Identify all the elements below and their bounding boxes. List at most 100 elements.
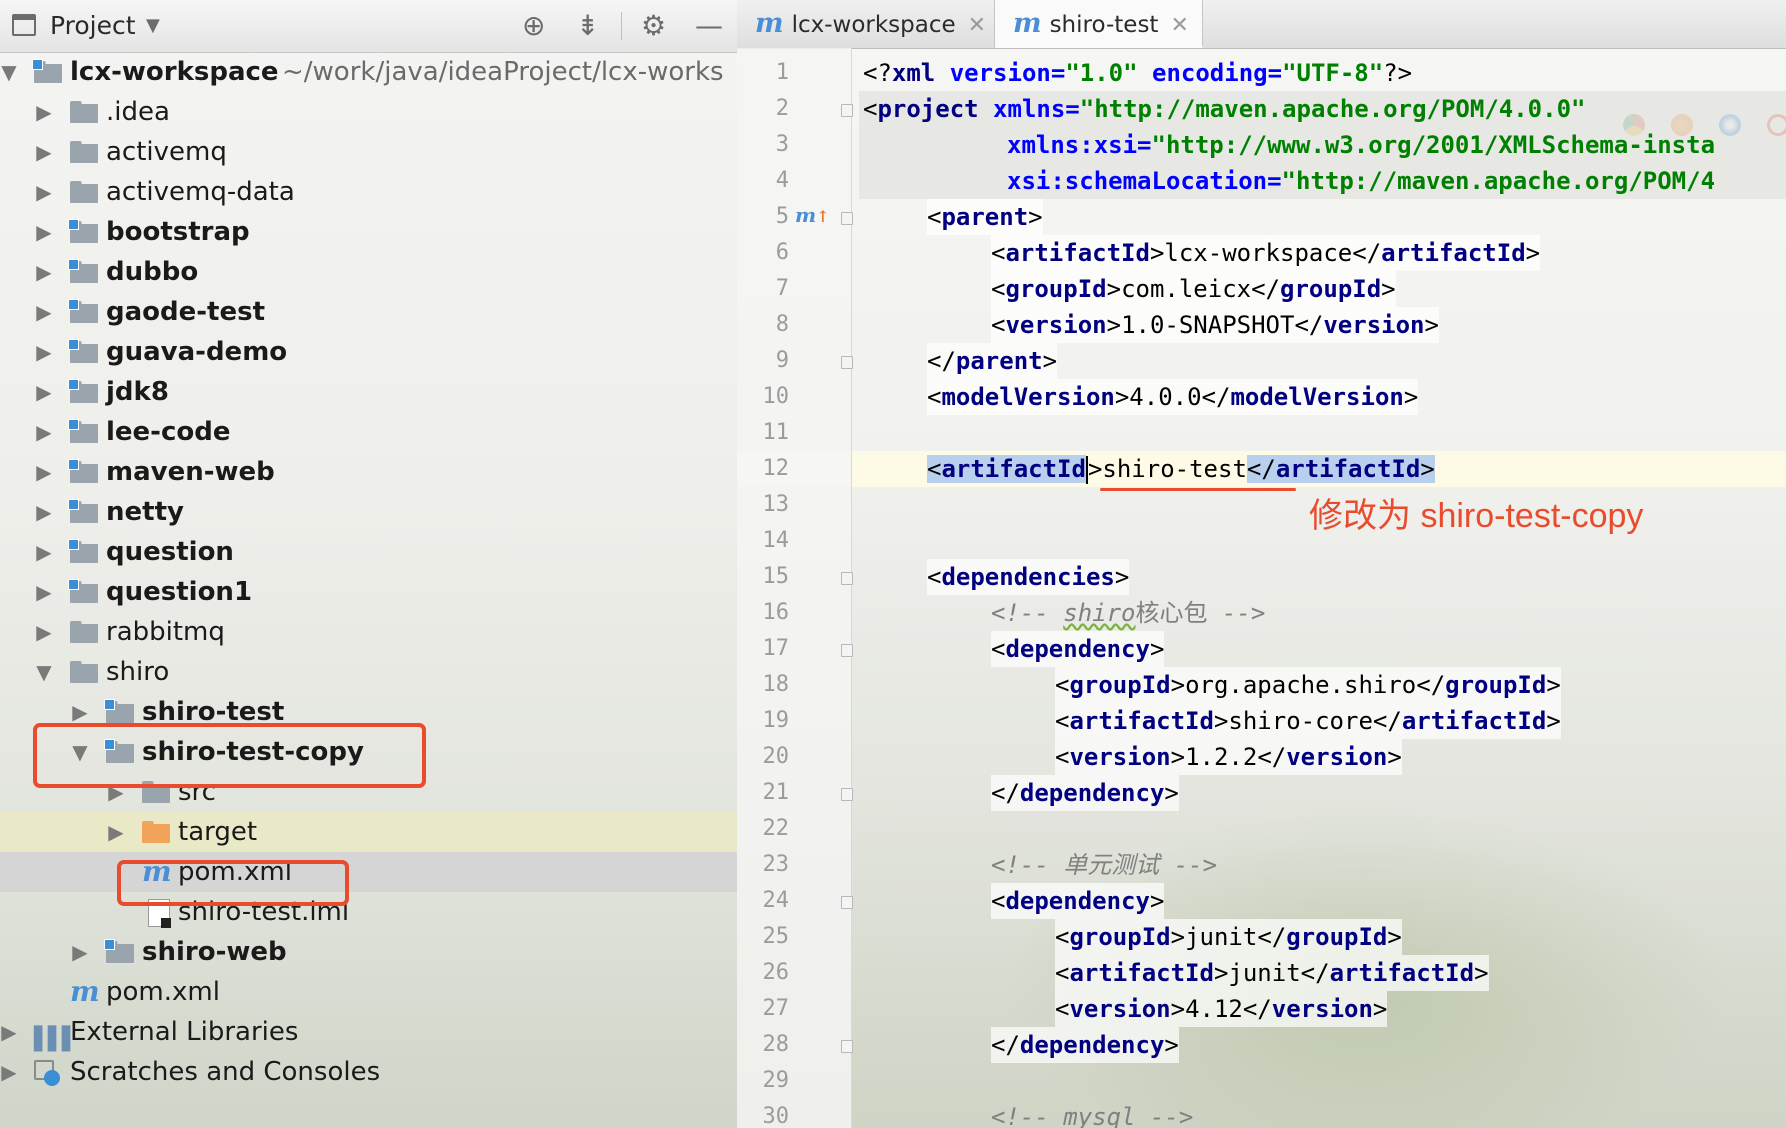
tree-item-netty[interactable]: ▶ netty [0,492,737,532]
code-line-27[interactable]: <version>4.12</version> [1055,991,1388,1027]
fold-toggle-icon[interactable] [841,212,853,225]
editor-panel: m lcx-workspace ✕ m shiro-test ✕ 1 2 3 4 5 6… [737,0,1786,1128]
expand-arrow-icon[interactable]: ▶ [33,492,55,532]
xml-value: "1.0" [1065,59,1138,87]
expand-arrow-icon[interactable]: ▶ [0,1052,20,1092]
code-line-19[interactable]: <artifactId>shiro-core</artifactId> [1055,703,1561,739]
project-view-icon [12,14,36,36]
tree-item-shiro-test-iml[interactable]: shiro-test.iml [0,892,737,932]
tree-item-question1[interactable]: ▶ question1 [0,572,737,612]
xml-text: org.apache.shiro [1185,671,1417,699]
code-line-30[interactable]: <!-- mysql --> [991,1099,1193,1128]
fold-toggle-icon[interactable] [841,572,853,585]
code-line-20[interactable]: <version>1.2.2</version> [1055,739,1402,775]
code-line-23[interactable]: <!-- 单元测试 --> [991,847,1217,883]
tree-item-activemq[interactable]: ▶ activemq [0,132,737,172]
locate-icon[interactable]: ⊕ [522,0,545,52]
code-line-12[interactable]: <artifactId>shiro-test</artifactId> [927,451,1435,487]
tree-item-idea[interactable]: ▶ .idea [0,92,737,132]
expand-arrow-icon[interactable]: ▶ [69,932,91,972]
tree-item-shiro[interactable]: ▼ shiro [0,652,737,692]
code-line-5[interactable]: <parent> [927,199,1043,235]
code-line-17[interactable]: <dependency> [991,631,1165,667]
gear-icon[interactable]: ⚙ [641,0,666,52]
expand-arrow-icon[interactable]: ▶ [33,372,55,412]
code-line-1[interactable]: <?xml version="1.0" encoding="UTF-8"?> [863,55,1412,91]
tab-lcx-workspace[interactable]: m lcx-workspace ✕ [737,0,995,48]
xml-attr: encoding [1137,59,1268,87]
xml-pi-name: xml [891,59,950,87]
expand-arrow-icon[interactable]: ▶ [33,612,55,652]
expand-arrow-icon[interactable]: ▶ [33,132,55,172]
expand-arrow-icon[interactable]: ▶ [33,92,55,132]
expand-arrow-icon[interactable]: ▶ [33,412,55,452]
code-line-4[interactable]: xsi:schemaLocation="http://maven.apache.… [1007,163,1715,199]
tree-item-rabbitmq[interactable]: ▶ rabbitmq [0,612,737,652]
tree-item-gaode-test[interactable]: ▶ gaode-test [0,292,737,332]
tab-shiro-test[interactable]: m shiro-test ✕ [995,0,1203,48]
chevron-down-icon[interactable]: ▼ [146,0,160,52]
code-line-10[interactable]: <modelVersion>4.0.0</modelVersion> [927,379,1419,415]
code-line-16[interactable]: <!-- shiro核心包 --> [991,595,1265,631]
code-line-6[interactable]: <artifactId>lcx-workspace</artifactId> [991,235,1541,271]
fold-toggle-icon[interactable] [841,788,853,801]
fold-toggle-icon[interactable] [841,644,853,657]
expand-arrow-icon[interactable]: ▶ [33,532,55,572]
code-line-3[interactable]: xmlns:xsi="http://www.w3.org/2001/XMLSch… [1007,127,1715,163]
tree-item-maven-web[interactable]: ▶ maven-web [0,452,737,492]
code-line-8[interactable]: <version>1.0-SNAPSHOT</version> [991,307,1439,343]
project-view-selector[interactable]: Project [50,0,136,52]
expand-arrow-icon[interactable]: ▼ [33,652,55,692]
collapse-all-icon[interactable]: ⇟ [576,0,599,52]
xml-tag: artifactId [1069,959,1214,987]
tree-item-pom-xml[interactable]: m pom.xml [0,972,737,1012]
fold-toggle-icon[interactable] [841,104,853,117]
tree-item-scratches[interactable]: ▶ Scratches and Consoles [0,1052,737,1092]
xml-tag: version [1323,311,1425,339]
tree-item-guava-demo[interactable]: ▶ guava-demo [0,332,737,372]
code-line-28[interactable]: </dependency> [991,1027,1179,1063]
expand-arrow-icon[interactable]: ▶ [105,812,127,852]
expand-arrow-icon[interactable]: ▼ [0,52,20,92]
fold-toggle-icon[interactable] [841,356,853,369]
tree-item-dubbo[interactable]: ▶ dubbo [0,252,737,292]
tree-item-shiro-web[interactable]: ▶ shiro-web [0,932,737,972]
expand-arrow-icon[interactable]: ▶ [0,1012,20,1052]
expand-arrow-icon[interactable]: ▶ [33,452,55,492]
code-line-24[interactable]: <dependency> [991,883,1165,919]
fold-toggle-icon[interactable] [841,1040,853,1053]
line-number: 10 [762,384,790,409]
xml-text: 4.0.0 [1129,383,1202,411]
expand-arrow-icon[interactable]: ▶ [33,252,55,292]
expand-arrow-icon[interactable]: ▶ [33,212,55,252]
minimize-icon[interactable]: — [695,0,723,52]
tab-label: shiro-test [1049,12,1159,38]
tree-item-lee-code[interactable]: ▶ lee-code [0,412,737,452]
expand-arrow-icon[interactable]: ▶ [33,572,55,612]
fold-toggle-icon[interactable] [841,896,853,909]
code-line-26[interactable]: <artifactId>junit</artifactId> [1055,955,1489,991]
tree-item-question[interactable]: ▶ question [0,532,737,572]
code-line-18[interactable]: <groupId>org.apache.shiro</groupId> [1055,667,1561,703]
xml-text: lcx-workspace [1164,239,1353,267]
tree-item-target[interactable]: ▶ target [0,812,737,852]
close-icon[interactable]: ✕ [1170,13,1188,38]
code-line-9[interactable]: </parent> [927,343,1058,379]
code-line-21[interactable]: </dependency> [991,775,1179,811]
expand-arrow-icon[interactable]: ▶ [33,172,55,212]
xml-bracket: < [863,95,878,123]
tree-item-external-libraries[interactable]: ▶ ▌▌▌ External Libraries [0,1012,737,1052]
code-line-7[interactable]: <groupId>com.leicx</groupId> [991,271,1396,307]
code-line-25[interactable]: <groupId>junit</groupId> [1055,919,1402,955]
expand-arrow-icon[interactable]: ▶ [33,332,55,372]
close-icon[interactable]: ✕ [968,13,986,38]
maven-parent-icon[interactable]: m↑ [795,203,830,227]
tree-item-lcx-workspace[interactable]: ▼ lcx-workspace ~/work/java/ideaProject/… [0,52,737,92]
expand-arrow-icon[interactable]: ▶ [33,292,55,332]
tree-item-jdk8[interactable]: ▶ jdk8 [0,372,737,412]
tree-item-pom-xml-selected[interactable]: m pom.xml [0,852,737,892]
code-line-2[interactable]: <project xmlns="http://maven.apache.org/… [863,91,1585,127]
tree-item-activemq-data[interactable]: ▶ activemq-data [0,172,737,212]
tree-item-bootstrap[interactable]: ▶ bootstrap [0,212,737,252]
code-line-15[interactable]: <dependencies> [927,559,1130,595]
